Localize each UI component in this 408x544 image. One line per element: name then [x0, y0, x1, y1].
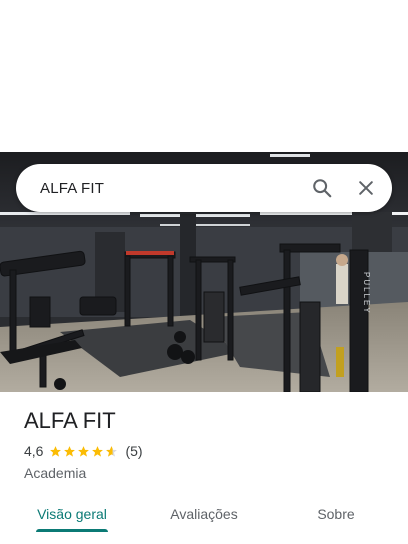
place-tabs: Visão geral Avaliações Sobre	[0, 494, 408, 538]
svg-text:PULLEY: PULLEY	[362, 272, 371, 315]
close-icon[interactable]	[346, 168, 386, 208]
search-icon[interactable]	[302, 168, 342, 208]
tab-overview-label: Visão geral	[37, 506, 107, 522]
search-query-text[interactable]: ALFA FIT	[16, 180, 302, 197]
tab-overview[interactable]: Visão geral	[0, 494, 144, 534]
tab-reviews[interactable]: Avaliações	[144, 494, 264, 534]
rating-row[interactable]: 4,6 (5)	[24, 442, 394, 460]
active-tab-indicator	[36, 529, 108, 532]
star-icon	[50, 445, 62, 457]
star-rating	[49, 445, 119, 458]
search-bar[interactable]: ALFA FIT	[16, 164, 392, 212]
star-icon	[64, 445, 76, 457]
tab-reviews-label: Avaliações	[170, 506, 238, 522]
place-info: ALFA FIT 4,6 (5) Academia	[24, 406, 394, 482]
rating-value: 4,6	[24, 443, 44, 459]
star-icon	[78, 445, 90, 457]
place-category: Academia	[24, 465, 87, 481]
place-title: ALFA FIT	[24, 408, 116, 433]
tab-about-label: Sobre	[317, 506, 355, 522]
star-icon-half	[106, 445, 118, 457]
top-blank-area	[0, 0, 408, 152]
star-icon	[92, 445, 104, 457]
tab-about[interactable]: Sobre	[264, 494, 408, 534]
review-count[interactable]: (5)	[125, 443, 142, 459]
